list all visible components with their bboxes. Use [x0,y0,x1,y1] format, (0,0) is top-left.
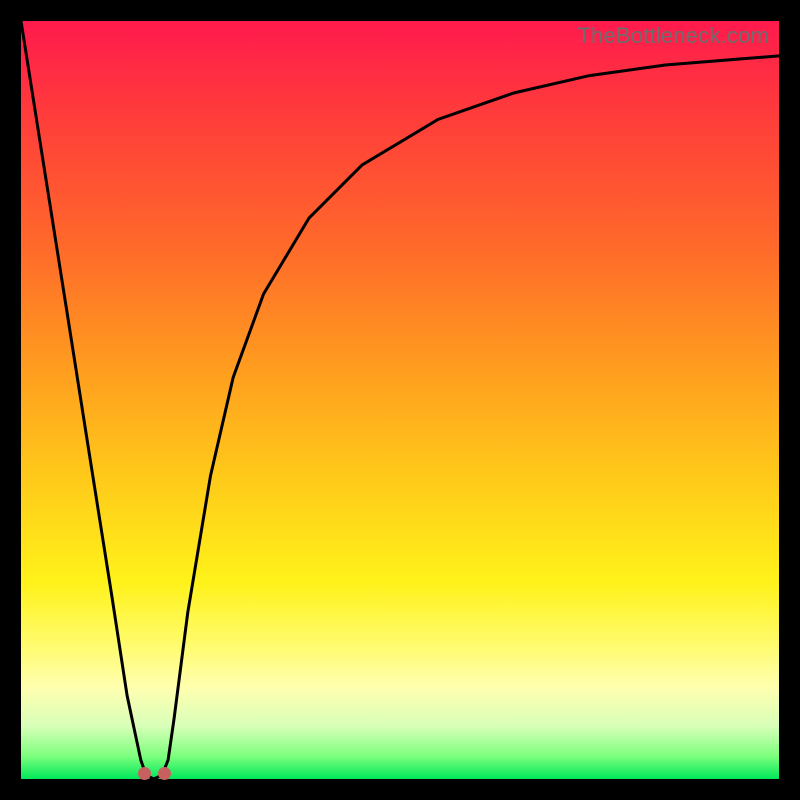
min-marker-right [158,767,171,780]
chart-frame: TheBottleneck.com [21,21,779,779]
bottleneck-curve [21,21,779,779]
curve-path [21,21,779,779]
